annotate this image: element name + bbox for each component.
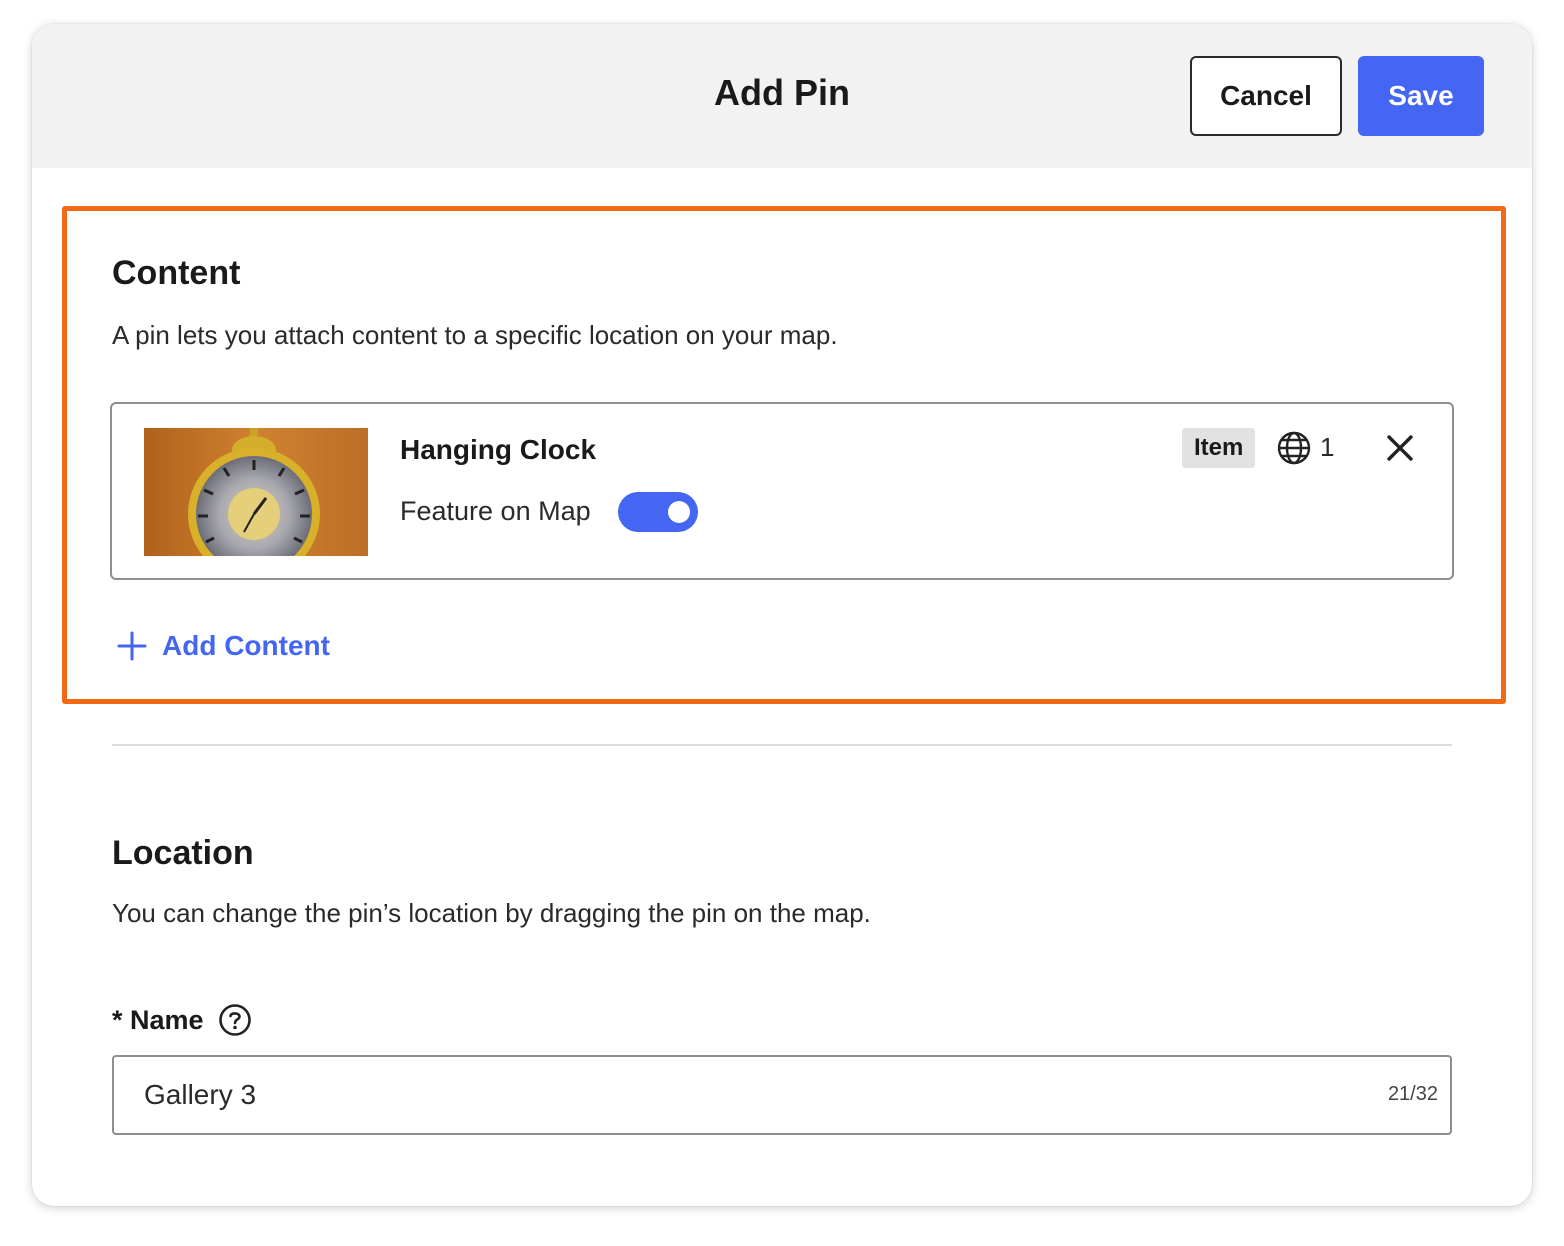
- name-field[interactable]: 21/32: [112, 1055, 1452, 1135]
- feature-on-map-toggle[interactable]: [618, 492, 698, 532]
- add-content-button[interactable]: Add Content: [116, 626, 330, 666]
- help-icon[interactable]: [218, 1003, 252, 1037]
- section-divider: [112, 744, 1452, 746]
- name-field-label: * Name: [112, 1000, 252, 1040]
- content-section-title: Content: [112, 254, 241, 292]
- name-label-text: * Name: [112, 1004, 204, 1035]
- close-icon[interactable]: [1384, 432, 1416, 464]
- add-pin-panel: Add Pin Cancel Save Content A pin lets y…: [32, 24, 1532, 1206]
- feature-on-map-label: Feature on Map: [400, 496, 591, 526]
- plus-icon: [117, 631, 147, 661]
- save-button[interactable]: Save: [1358, 56, 1484, 136]
- character-counter: 21/32: [1387, 1083, 1438, 1105]
- content-section-description: A pin lets you attach content to a speci…: [112, 320, 838, 350]
- cancel-button[interactable]: Cancel: [1190, 56, 1342, 136]
- item-title: Hanging Clock: [400, 434, 597, 465]
- item-thumbnail: [144, 428, 368, 556]
- share-count: 1: [1320, 432, 1335, 462]
- toggle-knob: [668, 501, 690, 523]
- location-section-title: Location: [112, 834, 254, 872]
- add-content-label: Add Content: [162, 630, 330, 661]
- item-type-badge: Item: [1182, 428, 1256, 468]
- content-item-card[interactable]: Hanging Clock Feature on Map Item 1: [110, 402, 1454, 580]
- globe-icon: [1277, 431, 1311, 465]
- header: Add Pin Cancel Save: [32, 24, 1532, 168]
- name-input[interactable]: [114, 1057, 1314, 1133]
- location-section-description: You can change the pin’s location by dra…: [112, 898, 871, 928]
